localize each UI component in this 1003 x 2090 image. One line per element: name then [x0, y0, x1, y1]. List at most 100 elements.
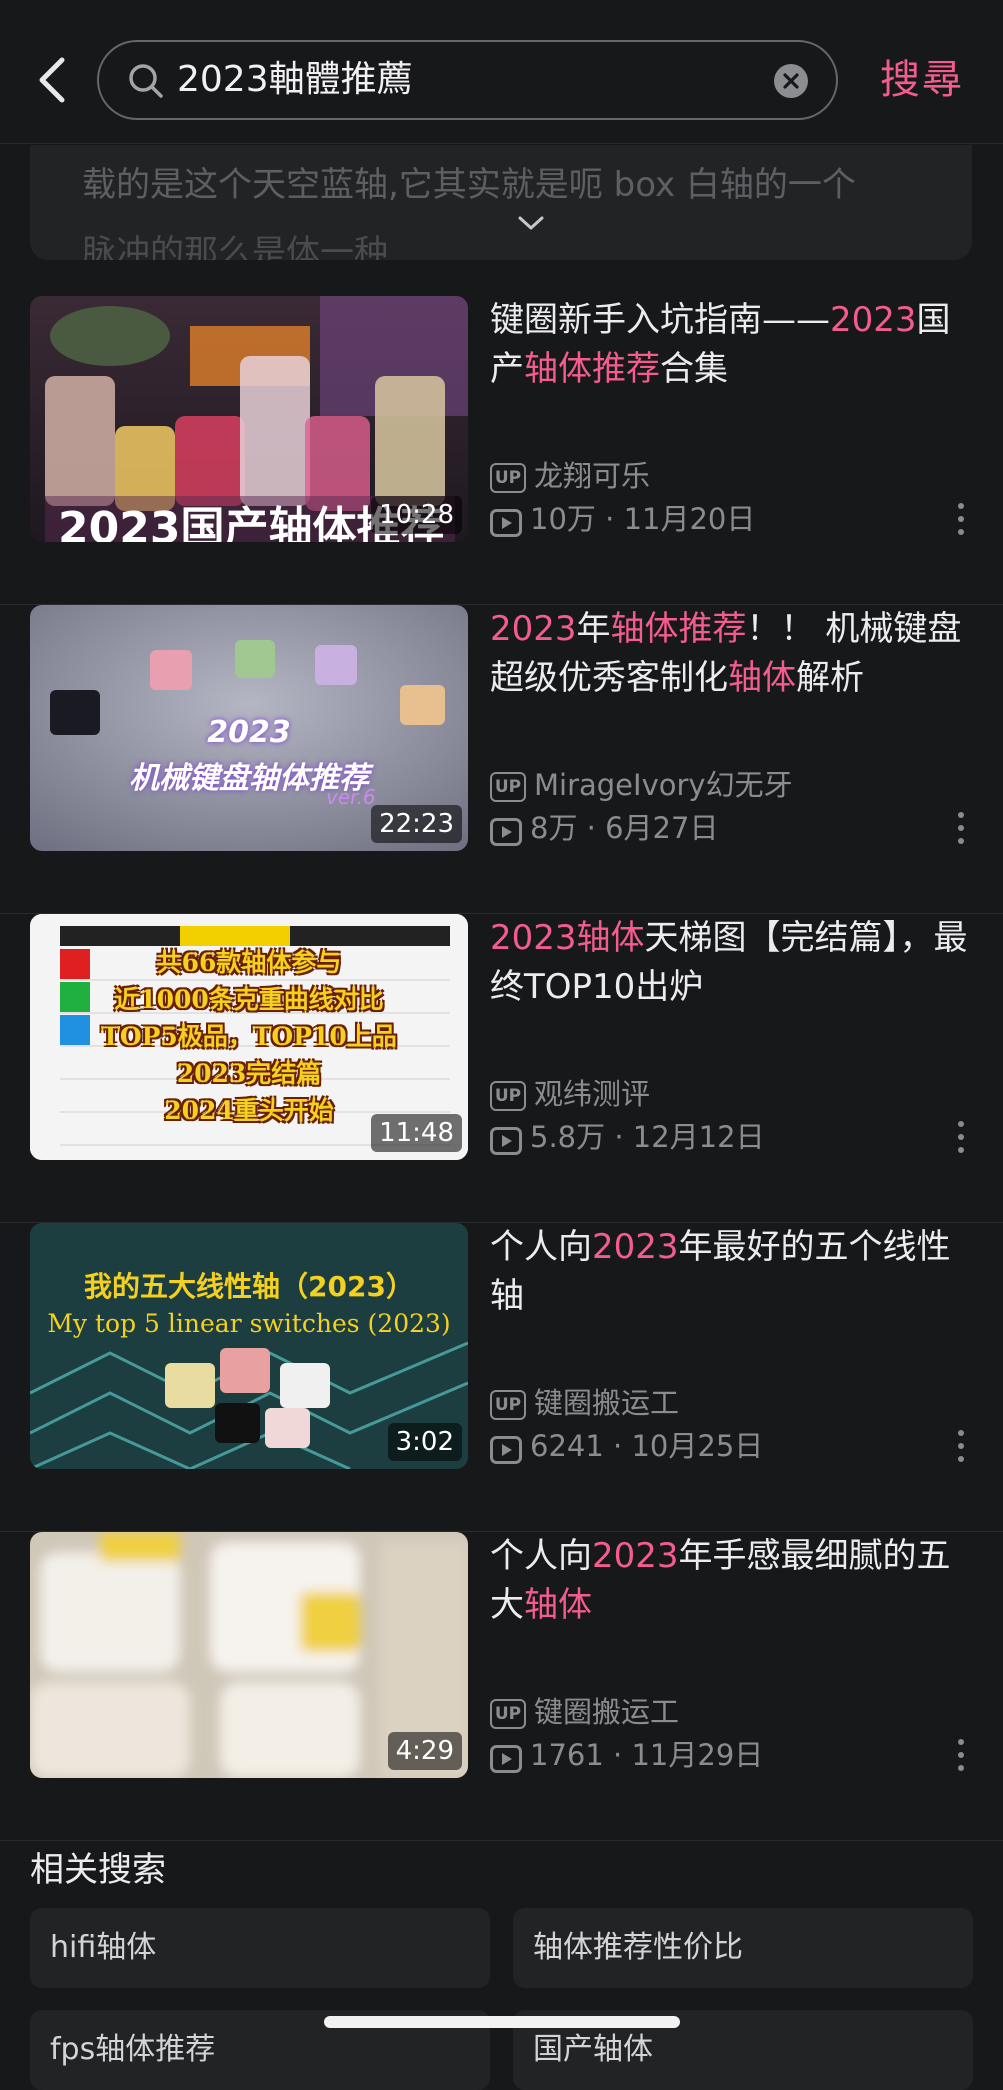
- search-query-text[interactable]: 2023軸體推薦: [177, 42, 413, 118]
- title-keyword-highlight: 2023: [592, 1536, 679, 1576]
- video-title[interactable]: 个人向2023年手感最细腻的五大轴体: [490, 1532, 980, 1630]
- thumbnail-caption: 2023: [207, 715, 291, 750]
- video-thumbnail[interactable]: 2023 机械键盘轴体推荐 ver.6 22:23: [30, 605, 468, 851]
- uploader-line[interactable]: UP MirageIvory幻无牙: [490, 765, 793, 805]
- uploader-name: 龙翔可乐: [534, 459, 651, 493]
- video-result[interactable]: 4:29 个人向2023年手感最细腻的五大轴体 UP 键圈搬运工 1761 · 1…: [0, 1532, 1003, 1841]
- up-icon: UP: [490, 463, 526, 493]
- title-text: 个人向: [490, 1536, 592, 1576]
- title-keyword-highlight: 轴体: [524, 1585, 592, 1625]
- summary-text-line: 脉冲的那么是体一种: [82, 233, 388, 260]
- video-duration: 11:48: [371, 1114, 462, 1152]
- up-icon: UP: [490, 1699, 526, 1729]
- more-options-icon[interactable]: [955, 1428, 967, 1464]
- title-keyword-highlight: 2023: [592, 1227, 679, 1267]
- title-keyword-highlight: 2023: [490, 918, 577, 958]
- chip-label: fps轴体推荐: [50, 2032, 216, 2067]
- chevron-down-icon[interactable]: [516, 213, 546, 233]
- thumbnail-caption: My top 5 linear switches (2023): [47, 1309, 451, 1338]
- related-searches-title: 相关搜索: [30, 1850, 166, 1890]
- more-options-icon[interactable]: [955, 1119, 967, 1155]
- thumbnail-caption: 机械键盘轴体推荐: [129, 761, 369, 796]
- related-search-chip[interactable]: hifi轴体: [30, 1908, 490, 1988]
- video-title[interactable]: 键圈新手入坑指南——2023国产轴体推荐合集: [490, 296, 980, 394]
- more-options-icon[interactable]: [955, 1737, 967, 1773]
- stats-line: 8万 · 6月27日: [490, 808, 718, 848]
- upload-date: 12月12日: [632, 1120, 765, 1154]
- uploader-name: 观纬测评: [534, 1077, 651, 1111]
- title-keyword-highlight: 轴体推荐: [524, 349, 660, 389]
- related-search-chip[interactable]: 轴体推荐性价比: [513, 1908, 973, 1988]
- video-result[interactable]: 我的五大线性轴（2023） My top 5 linear switches (…: [0, 1223, 1003, 1532]
- home-indicator[interactable]: [324, 2016, 680, 2028]
- uploader-line[interactable]: UP 龙翔可乐: [490, 456, 650, 496]
- uploader-line[interactable]: UP 观纬测评: [490, 1074, 650, 1114]
- uploader-line[interactable]: UP 键圈搬运工: [490, 1692, 679, 1732]
- view-count: 10万: [530, 502, 596, 536]
- title-text: 键圈新手入坑指南——: [490, 300, 830, 340]
- uploader-name: 键圈搬运工: [534, 1386, 680, 1420]
- chip-label: hifi轴体: [50, 1930, 157, 1965]
- chip-label: 轴体推荐性价比: [533, 1930, 743, 1965]
- uploader-line[interactable]: UP 键圈搬运工: [490, 1383, 679, 1423]
- title-text: 解析: [796, 658, 864, 698]
- title-keyword-highlight: 2023: [490, 609, 577, 649]
- view-count: 6241: [530, 1429, 604, 1463]
- title-keyword-highlight: 轴体: [728, 658, 796, 698]
- back-icon[interactable]: [30, 52, 80, 108]
- title-text: 合集: [660, 349, 728, 389]
- search-icon: [127, 62, 165, 100]
- view-count: 1761: [530, 1738, 604, 1772]
- play-count-icon: [490, 507, 522, 537]
- search-input[interactable]: 2023軸體推薦: [97, 40, 838, 120]
- title-text: 年: [576, 609, 611, 649]
- video-thumbnail[interactable]: 2023国产轴体推荐 10:28: [30, 296, 468, 542]
- video-duration: 4:29: [387, 1732, 462, 1770]
- view-count: 8万: [530, 811, 578, 845]
- video-result[interactable]: 共66款轴体参与 近1000条克重曲线对比 TOP5极品，TOP10上品 202…: [0, 914, 1003, 1223]
- play-count-icon: [490, 1125, 522, 1155]
- video-duration: 10:28: [371, 496, 462, 534]
- video-duration: 3:02: [387, 1423, 462, 1461]
- video-duration: 22:23: [371, 805, 462, 843]
- video-title[interactable]: 2023轴体天梯图【完结篇】，最终TOP10出炉: [490, 914, 980, 1012]
- thumbnail-caption: ver.6: [326, 785, 376, 809]
- video-thumbnail[interactable]: 共66款轴体参与 近1000条克重曲线对比 TOP5极品，TOP10上品 202…: [30, 914, 468, 1160]
- play-count-icon: [490, 816, 522, 846]
- stats-line: 1761 · 11月29日: [490, 1735, 763, 1775]
- title-text: 个人向: [490, 1227, 592, 1267]
- clear-icon[interactable]: [774, 64, 808, 98]
- upload-date: 6月27日: [605, 811, 719, 845]
- thumbnail-caption-line: 共66款轴体参与: [156, 948, 342, 977]
- more-options-icon[interactable]: [955, 501, 967, 537]
- top-bar: 2023軸體推薦 搜尋: [0, 0, 1003, 144]
- summary-text-line: 载的是这个天空蓝轴,它其实就是呃 box 白轴的一个: [82, 165, 856, 205]
- upload-date: 11月29日: [631, 1738, 764, 1772]
- stats-line: 5.8万 · 12月12日: [490, 1117, 765, 1157]
- stats-line: 10万 · 11月20日: [490, 499, 755, 539]
- thumbnail-caption: 我的五大线性轴（2023）: [84, 1270, 414, 1303]
- upload-date: 11月20日: [623, 502, 756, 536]
- video-result[interactable]: 2023国产轴体推荐 10:28 键圈新手入坑指南——2023国产轴体推荐合集 …: [0, 296, 1003, 605]
- uploader-name: MirageIvory幻无牙: [534, 768, 793, 802]
- upload-date: 10月25日: [631, 1429, 764, 1463]
- video-title[interactable]: 个人向2023年最好的五个线性轴: [490, 1223, 980, 1321]
- more-options-icon[interactable]: [955, 810, 967, 846]
- collapsed-summary-card[interactable]: 载的是这个天空蓝轴,它其实就是呃 box 白轴的一个 脉冲的那么是体一种: [30, 145, 972, 260]
- video-thumbnail[interactable]: 4:29: [30, 1532, 468, 1778]
- up-icon: UP: [490, 1390, 526, 1420]
- thumbnail-caption-line: TOP5极品，TOP10上品: [101, 1022, 397, 1051]
- play-count-icon: [490, 1434, 522, 1464]
- stats-line: 6241 · 10月25日: [490, 1426, 763, 1466]
- search-button[interactable]: 搜尋: [880, 52, 964, 108]
- title-keyword-highlight: 轴体: [576, 918, 645, 958]
- thumbnail-caption-line: 2023完结篇: [176, 1059, 322, 1088]
- video-thumbnail[interactable]: 我的五大线性轴（2023） My top 5 linear switches (…: [30, 1223, 468, 1469]
- play-count-icon: [490, 1743, 522, 1773]
- video-result[interactable]: 2023 机械键盘轴体推荐 ver.6 22:23 2023年轴体推荐！！ 机械…: [0, 605, 1003, 914]
- up-icon: UP: [490, 1081, 526, 1111]
- thumbnail-caption-line: 近1000条克重曲线对比: [114, 985, 384, 1014]
- up-icon: UP: [490, 772, 526, 802]
- title-keyword-highlight: 轴体推荐: [610, 609, 747, 649]
- video-title[interactable]: 2023年轴体推荐！！ 机械键盘超级优秀客制化轴体解析: [490, 605, 980, 703]
